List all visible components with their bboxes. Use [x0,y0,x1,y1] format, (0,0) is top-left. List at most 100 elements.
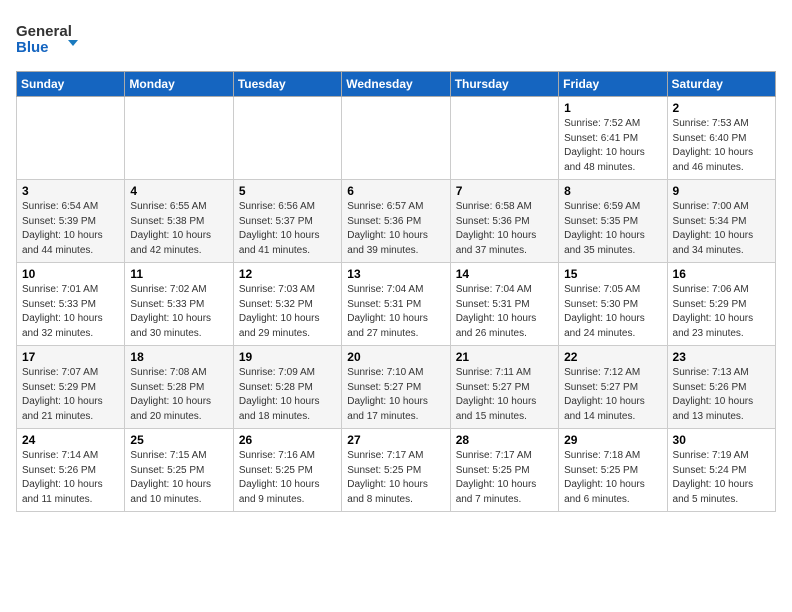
calendar-cell: 3 Sunrise: 6:54 AMSunset: 5:39 PMDaylight… [17,180,125,263]
day-number: 24 [22,433,119,447]
day-number: 30 [673,433,770,447]
calendar-cell: 11Sunrise: 7:02 AMSunset: 5:33 PMDayligh… [125,263,233,346]
day-number: 5 [239,184,336,198]
svg-text:General: General [16,23,72,40]
day-number: 4 [130,184,227,198]
day-info: Sunrise: 6:55 AMSunset: 5:38 PMDaylight:… [130,200,227,258]
logo: General Blue [16,16,86,61]
calendar-week-row: 24 Sunrise: 7:14 AMSunset: 5:26 PMDayligh… [17,429,776,512]
calendar-cell [233,97,341,180]
calendar-cell: 7 Sunrise: 6:58 AMSunset: 5:36 PMDaylight… [450,180,558,263]
calendar-cell [450,97,558,180]
calendar-cell: 21 Sunrise: 7:11 AMSunset: 5:27 PMDayligh… [450,346,558,429]
calendar-cell: 25 Sunrise: 7:15 AMSunset: 5:25 PMDayligh… [125,429,233,512]
calendar-week-row: 17Sunrise: 7:07 AMSunset: 5:29 PMDayligh… [17,346,776,429]
weekday-header-wednesday: Wednesday [342,72,450,97]
day-number: 1 [564,101,661,115]
day-info: Sunrise: 7:01 AMSunset: 5:33 PMDaylight:… [22,283,119,341]
calendar-cell: 2 Sunrise: 7:53 AMSunset: 6:40 PMDaylight… [667,97,775,180]
day-info: Sunrise: 7:14 AMSunset: 5:26 PMDaylight:… [22,449,119,507]
calendar-cell: 1 Sunrise: 7:52 AMSunset: 6:41 PMDaylight… [559,97,667,180]
day-number: 26 [239,433,336,447]
day-number: 6 [347,184,444,198]
calendar-table: SundayMondayTuesdayWednesdayThursdayFrid… [16,71,776,512]
day-number: 2 [673,101,770,115]
day-info: Sunrise: 7:03 AMSunset: 5:32 PMDaylight:… [239,283,336,341]
calendar-week-row: 3 Sunrise: 6:54 AMSunset: 5:39 PMDaylight… [17,180,776,263]
calendar-body: 1 Sunrise: 7:52 AMSunset: 6:41 PMDaylight… [17,97,776,512]
day-info: Sunrise: 7:11 AMSunset: 5:27 PMDaylight:… [456,366,553,424]
svg-text:Blue: Blue [16,39,49,56]
weekday-header-sunday: Sunday [17,72,125,97]
calendar-cell [17,97,125,180]
weekday-header-thursday: Thursday [450,72,558,97]
day-info: Sunrise: 7:12 AMSunset: 5:27 PMDaylight:… [564,366,661,424]
day-number: 25 [130,433,227,447]
day-number: 21 [456,350,553,364]
day-info: Sunrise: 7:17 AMSunset: 5:25 PMDaylight:… [347,449,444,507]
weekday-header-friday: Friday [559,72,667,97]
day-info: Sunrise: 7:15 AMSunset: 5:25 PMDaylight:… [130,449,227,507]
calendar-cell: 14 Sunrise: 7:04 AMSunset: 5:31 PMDayligh… [450,263,558,346]
calendar-cell [342,97,450,180]
day-info: Sunrise: 7:17 AMSunset: 5:25 PMDaylight:… [456,449,553,507]
calendar-cell: 13 Sunrise: 7:04 AMSunset: 5:31 PMDayligh… [342,263,450,346]
calendar-cell: 22 Sunrise: 7:12 AMSunset: 5:27 PMDayligh… [559,346,667,429]
calendar-cell [125,97,233,180]
day-number: 22 [564,350,661,364]
day-info: Sunrise: 7:04 AMSunset: 5:31 PMDaylight:… [456,283,553,341]
day-info: Sunrise: 6:56 AMSunset: 5:37 PMDaylight:… [239,200,336,258]
calendar-header-row: SundayMondayTuesdayWednesdayThursdayFrid… [17,72,776,97]
day-number: 12 [239,267,336,281]
calendar-cell: 19 Sunrise: 7:09 AMSunset: 5:28 PMDayligh… [233,346,341,429]
day-number: 13 [347,267,444,281]
calendar-cell: 10Sunrise: 7:01 AMSunset: 5:33 PMDayligh… [17,263,125,346]
calendar-cell: 20Sunrise: 7:10 AMSunset: 5:27 PMDayligh… [342,346,450,429]
day-info: Sunrise: 7:05 AMSunset: 5:30 PMDaylight:… [564,283,661,341]
calendar-cell: 27Sunrise: 7:17 AMSunset: 5:25 PMDayligh… [342,429,450,512]
day-number: 14 [456,267,553,281]
weekday-header-tuesday: Tuesday [233,72,341,97]
calendar-cell: 28 Sunrise: 7:17 AMSunset: 5:25 PMDayligh… [450,429,558,512]
day-info: Sunrise: 7:16 AMSunset: 5:25 PMDaylight:… [239,449,336,507]
day-info: Sunrise: 7:52 AMSunset: 6:41 PMDaylight:… [564,117,661,175]
weekday-header-monday: Monday [125,72,233,97]
day-info: Sunrise: 7:19 AMSunset: 5:24 PMDaylight:… [673,449,770,507]
day-number: 9 [673,184,770,198]
day-number: 28 [456,433,553,447]
day-number: 7 [456,184,553,198]
day-number: 29 [564,433,661,447]
day-info: Sunrise: 7:00 AMSunset: 5:34 PMDaylight:… [673,200,770,258]
page-header: General Blue [16,16,776,61]
day-number: 19 [239,350,336,364]
calendar-cell: 24 Sunrise: 7:14 AMSunset: 5:26 PMDayligh… [17,429,125,512]
day-info: Sunrise: 7:04 AMSunset: 5:31 PMDaylight:… [347,283,444,341]
calendar-cell: 26 Sunrise: 7:16 AMSunset: 5:25 PMDayligh… [233,429,341,512]
calendar-cell: 15Sunrise: 7:05 AMSunset: 5:30 PMDayligh… [559,263,667,346]
day-number: 17 [22,350,119,364]
logo-general: General Blue [16,16,86,61]
day-info: Sunrise: 7:09 AMSunset: 5:28 PMDaylight:… [239,366,336,424]
day-info: Sunrise: 6:57 AMSunset: 5:36 PMDaylight:… [347,200,444,258]
calendar-cell: 17Sunrise: 7:07 AMSunset: 5:29 PMDayligh… [17,346,125,429]
day-info: Sunrise: 7:13 AMSunset: 5:26 PMDaylight:… [673,366,770,424]
day-info: Sunrise: 7:18 AMSunset: 5:25 PMDaylight:… [564,449,661,507]
calendar-cell: 5 Sunrise: 6:56 AMSunset: 5:37 PMDaylight… [233,180,341,263]
calendar-cell: 9 Sunrise: 7:00 AMSunset: 5:34 PMDaylight… [667,180,775,263]
day-info: Sunrise: 6:58 AMSunset: 5:36 PMDaylight:… [456,200,553,258]
day-info: Sunrise: 7:53 AMSunset: 6:40 PMDaylight:… [673,117,770,175]
day-number: 3 [22,184,119,198]
day-info: Sunrise: 6:54 AMSunset: 5:39 PMDaylight:… [22,200,119,258]
calendar-cell: 23Sunrise: 7:13 AMSunset: 5:26 PMDayligh… [667,346,775,429]
day-info: Sunrise: 7:10 AMSunset: 5:27 PMDaylight:… [347,366,444,424]
day-info: Sunrise: 7:02 AMSunset: 5:33 PMDaylight:… [130,283,227,341]
calendar-week-row: 10Sunrise: 7:01 AMSunset: 5:33 PMDayligh… [17,263,776,346]
calendar-cell: 18Sunrise: 7:08 AMSunset: 5:28 PMDayligh… [125,346,233,429]
day-number: 18 [130,350,227,364]
calendar-cell: 8Sunrise: 6:59 AMSunset: 5:35 PMDaylight… [559,180,667,263]
day-info: Sunrise: 6:59 AMSunset: 5:35 PMDaylight:… [564,200,661,258]
weekday-header-saturday: Saturday [667,72,775,97]
calendar-cell: 6 Sunrise: 6:57 AMSunset: 5:36 PMDaylight… [342,180,450,263]
calendar-cell: 12 Sunrise: 7:03 AMSunset: 5:32 PMDayligh… [233,263,341,346]
calendar-cell: 29 Sunrise: 7:18 AMSunset: 5:25 PMDayligh… [559,429,667,512]
